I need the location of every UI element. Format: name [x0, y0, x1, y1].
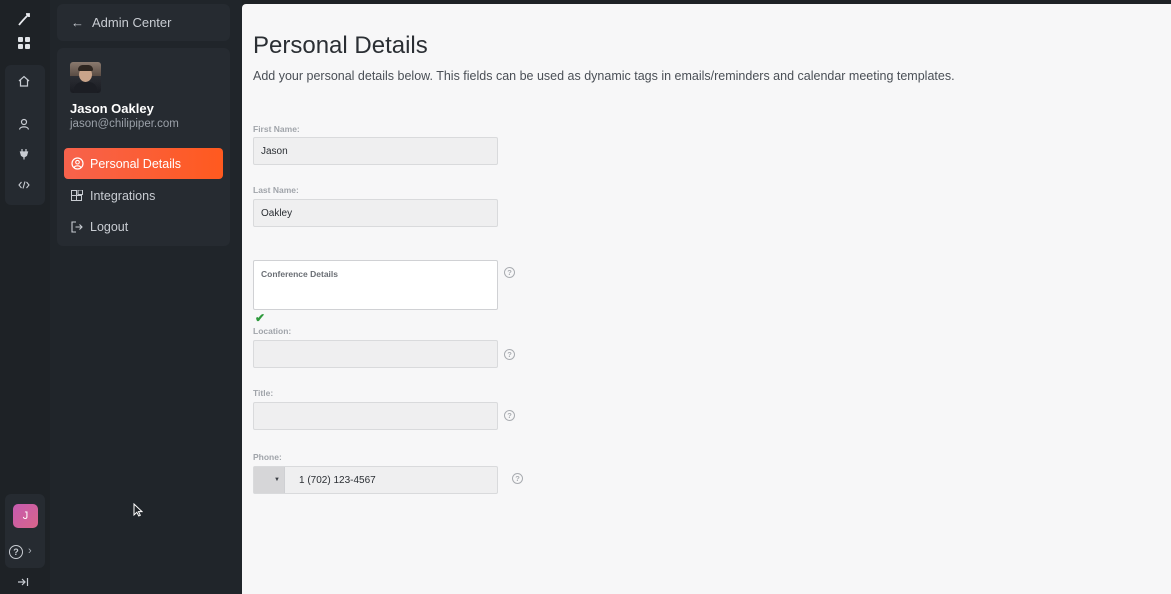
location-help-icon[interactable]: ?	[504, 349, 515, 360]
last-name-label: Last Name:	[253, 185, 299, 195]
grid-icon	[70, 189, 84, 203]
title-input[interactable]	[253, 402, 498, 430]
caret-down-icon: ▼	[274, 477, 280, 483]
apps-grid-icon[interactable]	[13, 32, 35, 54]
checkmark-icon: ✔	[255, 311, 266, 325]
chilipiper-logo-icon[interactable]	[13, 8, 35, 30]
phone-input[interactable]: 1 (702) 123-4567	[285, 467, 497, 493]
home-icon[interactable]	[13, 70, 35, 92]
page-title: Personal Details	[253, 32, 428, 59]
first-name-input[interactable]: Jason	[253, 137, 498, 165]
page-description: Add your personal details below. This fi…	[253, 69, 955, 83]
phone-label: Phone:	[253, 452, 282, 462]
sidebar-item-integrations[interactable]: Integrations	[64, 180, 223, 211]
user-avatar[interactable]: J	[13, 504, 38, 528]
admin-center-label: Admin Center	[92, 15, 172, 30]
code-icon[interactable]	[13, 174, 35, 196]
user-icon[interactable]	[13, 113, 35, 135]
title-label: Title:	[253, 388, 274, 398]
arrow-left-icon: ←	[71, 15, 84, 30]
country-code-dropdown[interactable]: ▼	[254, 467, 285, 493]
location-input[interactable]	[253, 340, 498, 368]
title-help-icon[interactable]: ?	[504, 410, 515, 421]
logout-icon	[70, 220, 84, 234]
user-email: jason@chilipiper.com	[70, 118, 179, 130]
collapse-sidebar-icon[interactable]	[17, 576, 29, 590]
first-name-label: First Name:	[253, 124, 300, 134]
admin-sidebar: ← Admin Center Jason Oakley jason@chilip…	[50, 0, 242, 594]
sidebar-item-label: Integrations	[90, 188, 156, 203]
profile-photo	[70, 62, 101, 93]
mouse-cursor-icon	[133, 502, 144, 517]
phone-help-icon[interactable]: ?	[512, 473, 523, 484]
last-name-input[interactable]: Oakley	[253, 199, 498, 227]
chevron-right-icon[interactable]: ›	[28, 545, 32, 557]
plug-icon[interactable]	[13, 143, 35, 165]
icon-rail: J ? ›	[0, 0, 50, 594]
phone-field: ▼ 1 (702) 123-4567	[253, 466, 498, 494]
sidebar-item-label: Logout	[90, 219, 129, 234]
help-icon[interactable]: ?	[9, 545, 23, 559]
sidebar-item-personal-details[interactable]: Personal Details	[64, 148, 223, 179]
conference-help-icon[interactable]: ?	[504, 267, 515, 278]
location-label: Location:	[253, 326, 292, 336]
user-name: Jason Oakley	[70, 101, 154, 116]
main-content: Personal Details Add your personal detai…	[242, 4, 1171, 594]
sidebar-item-label: Personal Details	[90, 156, 182, 171]
sidebar-item-logout[interactable]: Logout	[64, 211, 223, 242]
admin-center-back-button[interactable]: ← Admin Center	[57, 4, 230, 41]
user-circle-icon	[70, 157, 84, 171]
conference-details-textarea[interactable]: Conference Details	[253, 260, 498, 310]
profile-card: Jason Oakley jason@chilipiper.com Person…	[57, 48, 230, 246]
